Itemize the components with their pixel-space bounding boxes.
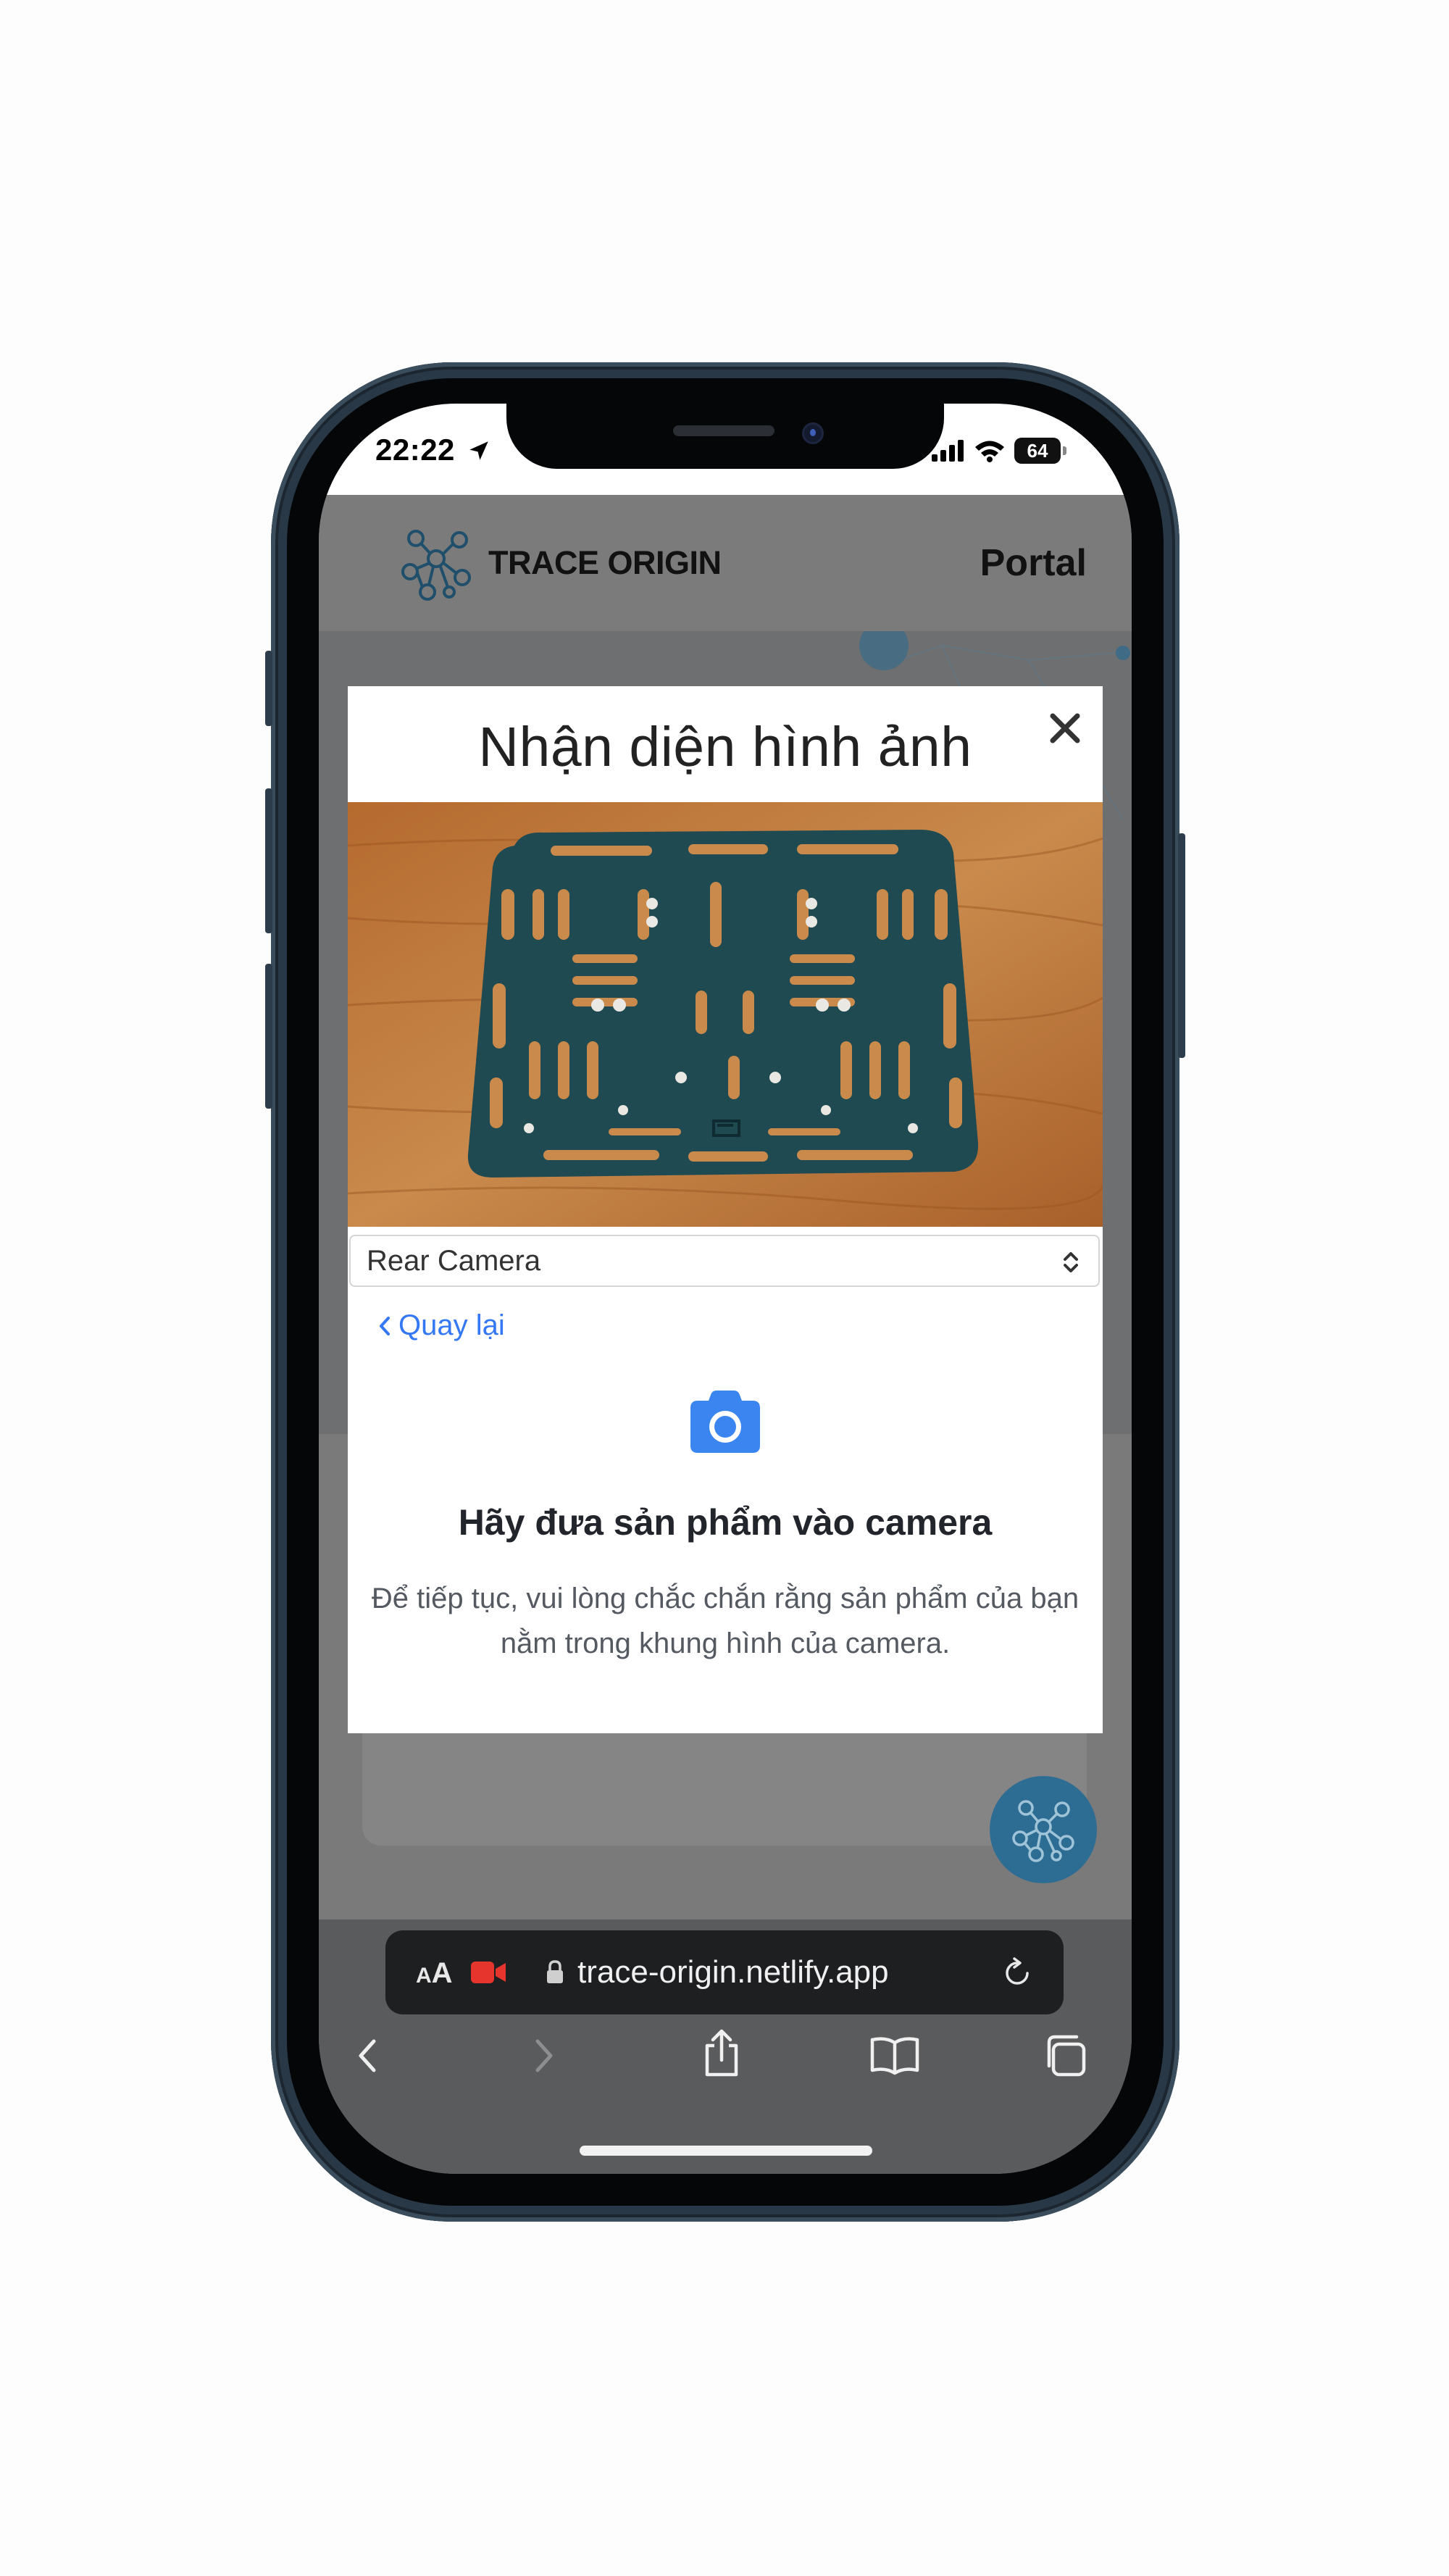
forward-arrow-icon[interactable] [529, 2035, 558, 2076]
status-icons: 64 [932, 433, 1066, 469]
back-link-label: Quay lại [398, 1309, 505, 1341]
camera-preview [348, 802, 1103, 1227]
wifi-icon [975, 441, 1004, 462]
phone-screen: 22:22 64 TRACE ORIGIN Portal Nhận diện h… [319, 404, 1132, 2174]
close-icon [1050, 713, 1080, 743]
chevron-up-down-icon [1064, 1252, 1078, 1272]
location-arrow-icon [469, 441, 488, 460]
status-time-text: 22:22 [375, 433, 455, 467]
bookmarks-icon[interactable] [869, 2035, 920, 2076]
back-arrow-icon[interactable] [354, 2035, 383, 2076]
battery-level: 64 [1027, 439, 1048, 462]
notch [506, 404, 944, 469]
description-line-1: Để tiếp tục, vui lòng chắc chắn rằng sản… [371, 1583, 1080, 1614]
portal-link[interactable]: Portal [980, 541, 1087, 585]
modal-heading: Hãy đưa sản phẩm vào camera [458, 1502, 993, 1543]
modal-title: Nhận diện hình ảnh [478, 716, 972, 778]
back-link[interactable]: Quay lại [377, 1309, 505, 1342]
modal-description: Để tiếp tục, vui lòng chắc chắn rằng sản… [348, 1576, 1103, 1666]
camera-select-value: Rear Camera [367, 1244, 541, 1277]
network-logo-icon [1012, 1800, 1074, 1862]
text-size-button[interactable]: AA [416, 1957, 453, 1990]
share-icon[interactable] [700, 2027, 743, 2079]
front-camera [802, 422, 824, 444]
floating-logo-button[interactable] [990, 1776, 1097, 1883]
tabs-icon[interactable] [1042, 2033, 1088, 2079]
camera-select[interactable]: Rear Camera [349, 1235, 1100, 1287]
lock-icon [547, 1960, 563, 1983]
site-brand[interactable]: TRACE ORIGIN [488, 544, 722, 582]
camera-recording-icon[interactable] [471, 1960, 507, 1985]
close-button[interactable] [1040, 703, 1090, 754]
volume-down-button [265, 964, 272, 1109]
power-button [1178, 833, 1185, 1058]
mute-switch [265, 651, 272, 726]
camera-frame-image [348, 802, 1103, 1227]
description-line-2: nằm trong khung hình của camera. [500, 1627, 951, 1659]
cellular-signal-icon [932, 440, 964, 462]
url-text[interactable]: trace-origin.netlify.app [577, 1954, 889, 1991]
home-indicator[interactable] [580, 2146, 872, 2156]
battery-indicator: 64 [1014, 438, 1066, 464]
chevron-left-icon [380, 1316, 390, 1335]
image-recognition-modal: Nhận diện hình ảnh Rear Camera Quay lại … [348, 686, 1103, 1733]
earpiece [673, 425, 774, 436]
trace-origin-logo-icon [401, 530, 471, 601]
text-size-large-a: A [431, 1957, 453, 1989]
camera-icon [690, 1391, 760, 1453]
reload-icon[interactable] [1000, 1956, 1035, 1991]
volume-up-button [265, 788, 272, 933]
status-time: 22:22 [375, 433, 491, 467]
text-size-small-a: A [416, 1964, 432, 1988]
